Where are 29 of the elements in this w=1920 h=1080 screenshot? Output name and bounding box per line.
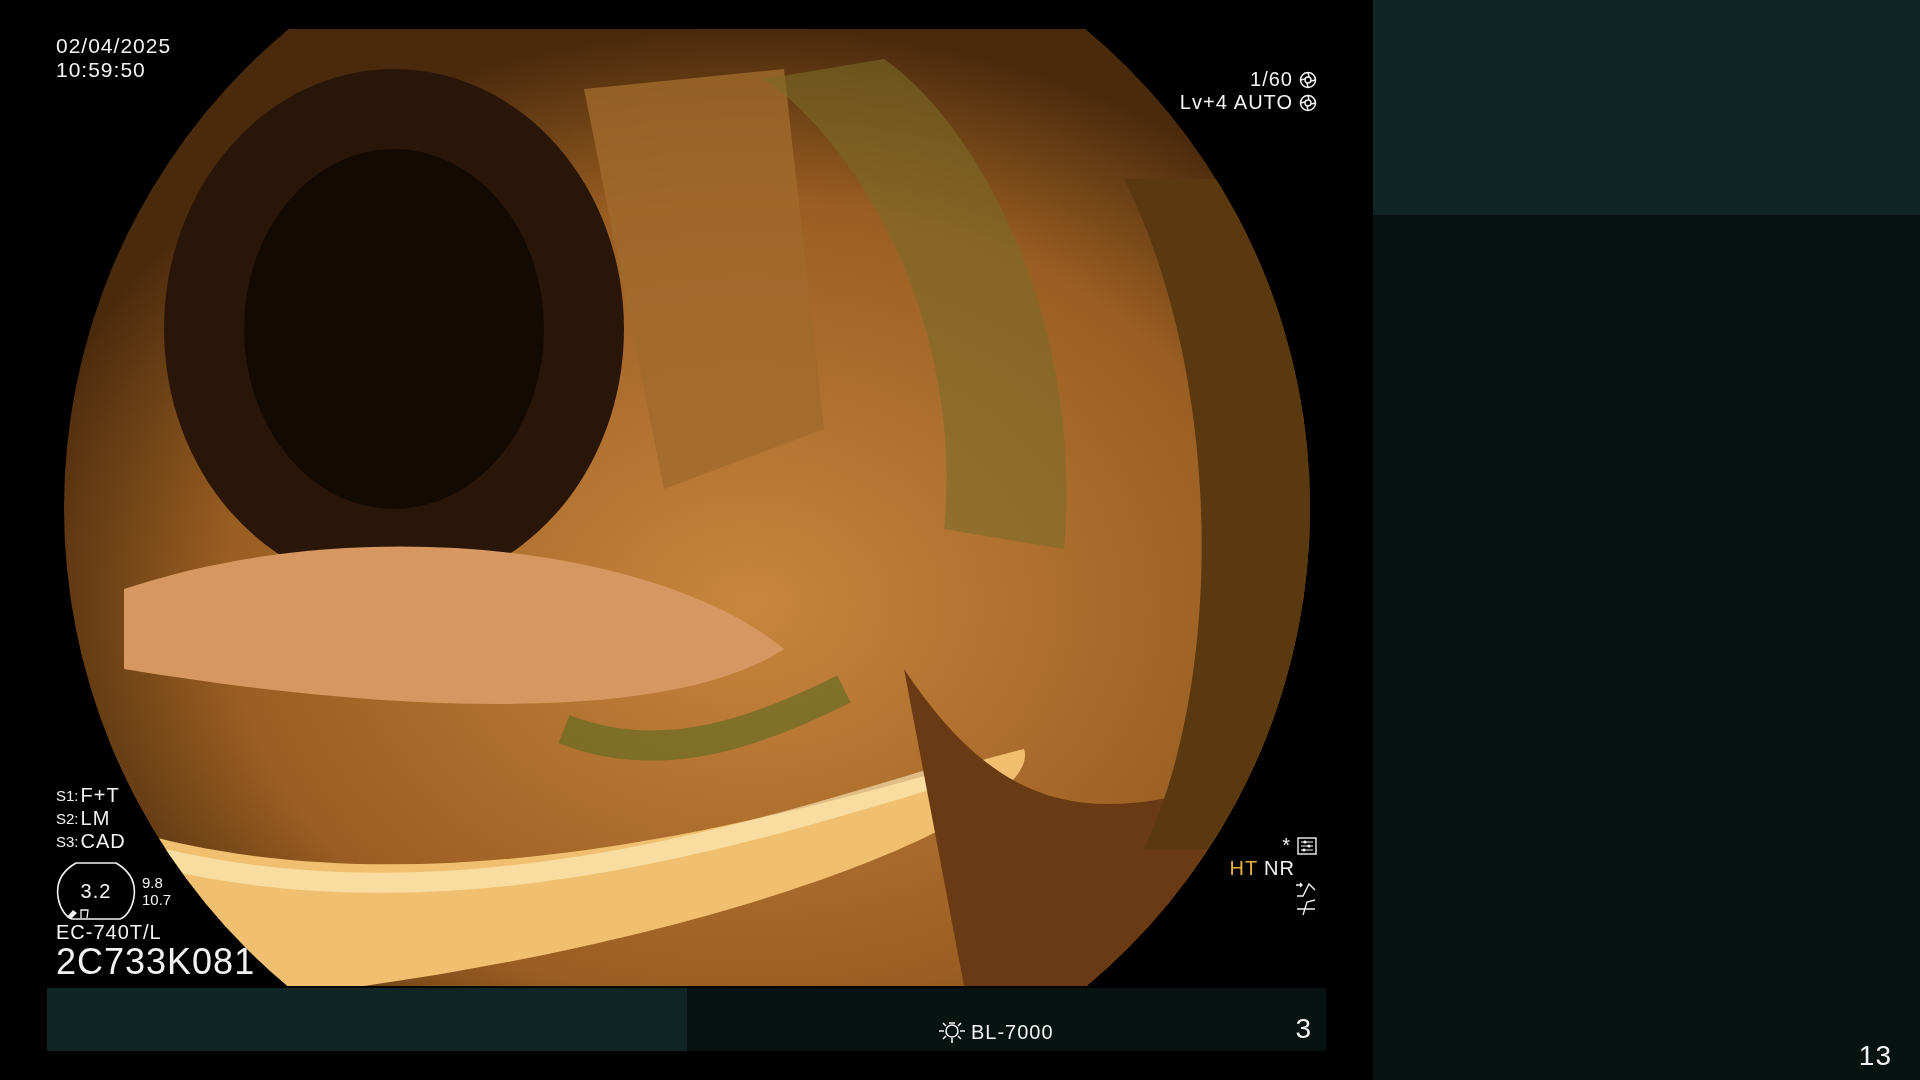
page-number: 13 — [1858, 1039, 1892, 1072]
mode-label: NR — [1264, 857, 1295, 880]
setting-value: LM — [80, 807, 111, 830]
gauge-reading: 10.7 — [142, 891, 172, 908]
gauge-value: 3.2 — [80, 879, 112, 903]
iris-icon — [1299, 93, 1317, 112]
channel-number: 3 — [1295, 1012, 1312, 1045]
shutter-icon — [1299, 70, 1317, 89]
shutter-text: 1/60 — [1250, 68, 1293, 91]
level-text: Lv+4 — [1179, 91, 1228, 114]
curve-icon — [1295, 880, 1317, 898]
light-source-text: BL-7000 — [971, 1020, 1054, 1044]
setting-key: S2: — [56, 810, 79, 827]
light-bulb-icon — [937, 1019, 967, 1045]
iris-text: AUTO — [1233, 91, 1293, 114]
marker-text: * — [1282, 834, 1291, 857]
setting-key: S1: — [56, 787, 79, 804]
filter-icon — [1295, 898, 1317, 916]
probe-icon — [66, 907, 92, 919]
scope-model: EC-740T/L — [56, 921, 163, 944]
settings-list-icon — [1297, 836, 1317, 855]
date-text: 02/04/2025 — [56, 34, 172, 59]
setting-key: S3: — [56, 833, 79, 850]
setting-value: F+T — [80, 784, 120, 807]
gauge-reading: 9.8 — [142, 874, 164, 891]
setting-value: CAD — [80, 830, 126, 853]
mode-label: HT — [1229, 857, 1259, 880]
scope-serial: 2C733K081 — [56, 944, 256, 980]
time-text: 10:59:50 — [56, 58, 147, 83]
